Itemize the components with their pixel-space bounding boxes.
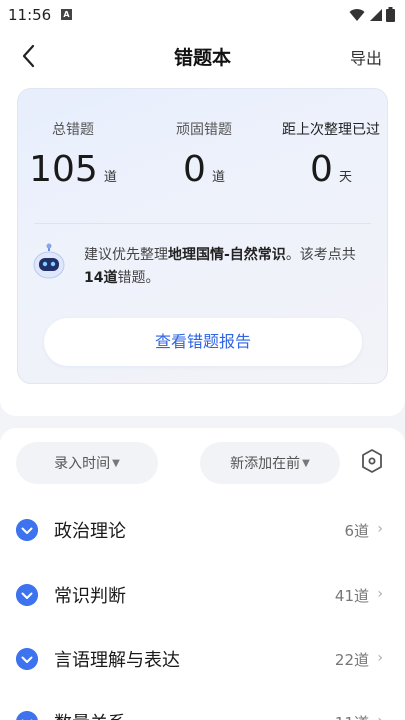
chevron-right-icon: › [377,521,383,537]
notification-icon: A [61,9,72,20]
status-time: 11:56 [8,6,52,24]
stat-total-wrong: 总错题 105 道 [18,119,128,189]
stat-unit: 道 [211,170,225,185]
category-row[interactable]: 政治理论 6道 › [0,506,405,556]
chevron-right-icon: › [377,586,383,602]
hexagon-settings-icon[interactable] [360,448,384,474]
category-row[interactable]: 常识判断 41道 › [0,571,405,621]
chevron-down-icon: ▼ [302,457,310,469]
suggestion-topic: 地理国情-自然常识 [168,247,286,263]
page-title: 错题本 [173,47,231,69]
order-dropdown[interactable]: 新添加在前 ▼ [200,442,340,484]
stat-unit: 天 [338,170,352,185]
category-count: 41道 [334,587,369,605]
check-circle-icon [16,648,38,670]
sort-by-dropdown[interactable]: 录入时间 ▼ [16,442,158,484]
sort-by-label: 录入时间 [54,456,111,472]
status-icons [349,7,395,22]
check-circle-icon [16,584,38,606]
category-name: 数量关系 [54,709,126,720]
export-button[interactable]: 导出 [350,45,382,69]
battery-icon [386,7,395,22]
chevron-down-icon: ▼ [112,457,120,469]
stats-card: 总错题 105 道 顽固错题 0 道 距上次整理已过 0 天 建议优先整理地理国… [17,88,388,384]
stat-stubborn-wrong: 顽固错题 0 道 [149,119,259,189]
category-row[interactable]: 数量关系 11道 › [0,698,405,720]
category-count: 6道 [344,522,369,540]
stat-label: 距上次整理已过 [282,122,380,138]
suggestion-middle: 。该考点共 [285,247,356,263]
category-row[interactable]: 言语理解与表达 22道 › [0,635,405,685]
wifi-icon [349,8,365,21]
category-name: 言语理解与表达 [54,650,180,671]
chevron-right-icon: › [377,713,383,720]
category-name: 常识判断 [54,586,126,607]
suggestion-text: 建议优先整理地理国情-自然常识。该考点共 14道错题。 [84,244,374,290]
stat-unit: 道 [103,170,117,185]
order-label: 新添加在前 [230,456,301,472]
status-bar: 11:56 A [0,0,405,30]
stat-value: 105 [29,149,98,190]
header: 错题本 导出 [0,36,405,76]
suggestion-suffix: 错题。 [117,270,160,286]
card-divider [34,223,371,224]
signal-icon [370,8,382,21]
robot-mascot-icon [33,243,65,279]
stat-value: 0 [183,149,206,190]
stat-value: 0 [310,149,333,190]
view-report-button[interactable]: 查看错题报告 [44,318,362,366]
suggestion-count: 14道 [84,270,118,286]
category-name: 政治理论 [54,521,126,542]
check-circle-icon [16,519,38,541]
category-count: 22道 [334,651,369,669]
check-circle-icon [16,711,38,720]
stat-days-since-review: 距上次整理已过 0 天 [276,119,386,189]
stat-label: 顽固错题 [176,122,232,138]
suggestion-prefix: 建议优先整理 [84,247,168,263]
chevron-right-icon: › [377,650,383,666]
category-count: 11道 [335,712,369,720]
category-list-panel: 录入时间 ▼ 新添加在前 ▼ 政治理论 6道 › 常识判断 41道 › 言语理解… [0,428,405,720]
stat-label: 总错题 [52,122,94,138]
